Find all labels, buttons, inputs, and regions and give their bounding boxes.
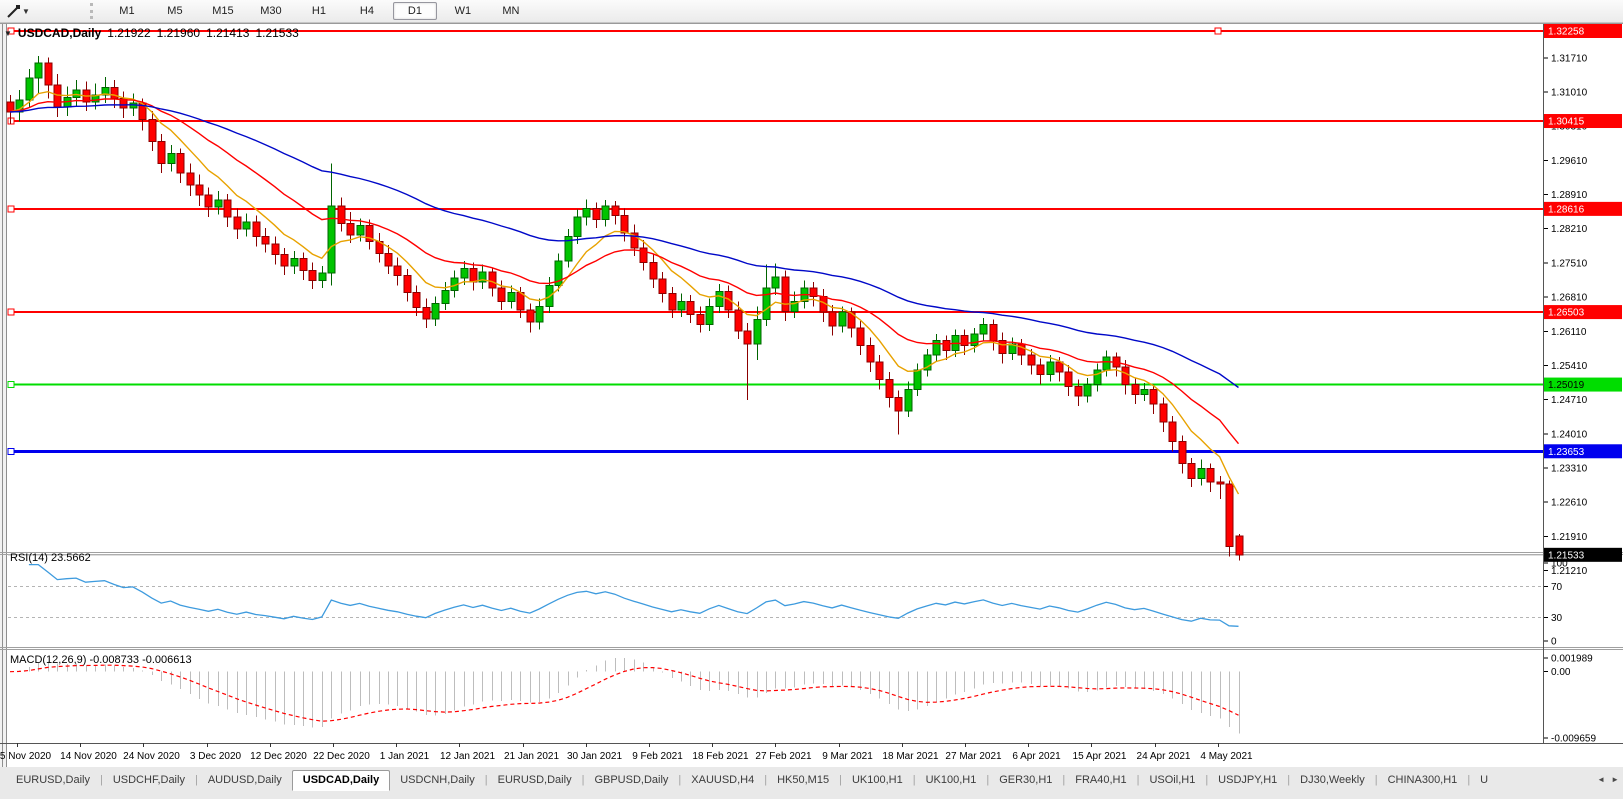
svg-text:18 Mar 2021: 18 Mar 2021 (882, 751, 939, 762)
tab-scroll-arrows: ◄► (1597, 769, 1619, 784)
svg-text:6 Apr 2021: 6 Apr 2021 (1012, 751, 1061, 762)
chart-tab-uk100-h1[interactable]: UK100,H1 (916, 771, 987, 790)
svg-text:1.26810: 1.26810 (1551, 293, 1588, 304)
svg-text:9 Mar 2021: 9 Mar 2021 (822, 751, 873, 762)
svg-text:24 Nov 2020: 24 Nov 2020 (123, 751, 180, 762)
svg-text:1.25410: 1.25410 (1551, 361, 1588, 372)
trendline-tool-icon[interactable] (4, 3, 22, 19)
timeframe-button-m15[interactable]: M15 (201, 2, 245, 20)
symbol-period-label: USDCAD,Daily (18, 26, 101, 40)
chart-tab-usdcnh-daily[interactable]: USDCNH,Daily (390, 771, 485, 790)
svg-text:1.25019: 1.25019 (1548, 380, 1585, 391)
chart-tab-usoil-h1[interactable]: USOil,H1 (1139, 771, 1205, 790)
svg-text:1 Jan 2021: 1 Jan 2021 (380, 751, 430, 762)
svg-text:0.001989: 0.001989 (1551, 654, 1593, 665)
svg-text:27 Mar 2021: 27 Mar 2021 (945, 751, 1002, 762)
svg-text:22 Dec 2020: 22 Dec 2020 (313, 751, 370, 762)
svg-text:18 Feb 2021: 18 Feb 2021 (692, 751, 749, 762)
svg-text:1.22610: 1.22610 (1551, 498, 1588, 509)
timeframe-button-m30[interactable]: M30 (249, 2, 293, 20)
chart-tab-ger30-h1[interactable]: GER30,H1 (989, 771, 1062, 790)
timeframe-button-m1[interactable]: M1 (105, 2, 149, 20)
timeframe-button-d1[interactable]: D1 (393, 2, 437, 20)
svg-text:5 Nov 2020: 5 Nov 2020 (0, 751, 52, 762)
symbol-menu-caret-icon[interactable]: ▼ (4, 29, 12, 38)
svg-text:3 Dec 2020: 3 Dec 2020 (190, 751, 242, 762)
timeframe-button-w1[interactable]: W1 (441, 2, 485, 20)
svg-text:1.24010: 1.24010 (1551, 429, 1588, 440)
svg-text:12 Dec 2020: 12 Dec 2020 (250, 751, 307, 762)
chart-tab-usdchf-daily[interactable]: USDCHF,Daily (103, 771, 195, 790)
svg-text:1.23653: 1.23653 (1548, 447, 1585, 458)
svg-text:1.26503: 1.26503 (1548, 308, 1585, 319)
mt4-terminal: { "toolbar": { "timeframes": ["M1","M5",… (0, 0, 1623, 799)
svg-text:1.31710: 1.31710 (1551, 53, 1588, 64)
dropdown-caret-icon[interactable]: ▼ (22, 7, 30, 16)
svg-text:14 Nov 2020: 14 Nov 2020 (60, 751, 117, 762)
svg-text:1.31010: 1.31010 (1551, 87, 1588, 98)
chart-tab-xauusd-h4[interactable]: XAUUSD,H4 (681, 771, 764, 790)
svg-text:1.30415: 1.30415 (1548, 117, 1585, 128)
timeframe-toolbar: M1M5M15M30H1H4D1W1MN (103, 2, 535, 20)
toolbar-grip[interactable] (90, 3, 93, 19)
timeframe-button-h1[interactable]: H1 (297, 2, 341, 20)
svg-text:-0.009659: -0.009659 (1551, 734, 1596, 745)
chart-tab-bar: EURUSD,Daily|USDCHF,Daily|AUDUSD,DailyUS… (0, 766, 1623, 799)
svg-text:1.28210: 1.28210 (1551, 224, 1588, 235)
svg-text:15 Apr 2021: 15 Apr 2021 (1073, 751, 1127, 762)
chart-tab-usdcad-daily[interactable]: USDCAD,Daily (292, 770, 390, 791)
svg-text:0.00: 0.00 (1551, 667, 1571, 678)
svg-text:1.27510: 1.27510 (1551, 258, 1588, 269)
chart-window[interactable]: 1.317101.310101.303101.296101.289101.282… (0, 23, 1623, 766)
top-toolbar: ▼ M1M5M15M30H1H4D1W1MN (0, 0, 1623, 23)
svg-text:30 Jan 2021: 30 Jan 2021 (567, 751, 622, 762)
svg-text:9 Feb 2021: 9 Feb 2021 (632, 751, 683, 762)
svg-text:12 Jan 2021: 12 Jan 2021 (440, 751, 495, 762)
chart-canvas[interactable]: 1.317101.310101.303101.296101.289101.282… (0, 24, 1623, 767)
svg-text:0: 0 (1551, 637, 1557, 648)
chart-title: ▼ USDCAD,Daily 1.21922 1.21960 1.21413 1… (4, 26, 299, 40)
svg-text:21 Jan 2021: 21 Jan 2021 (504, 751, 559, 762)
left-gutter (0, 24, 7, 767)
svg-text:1.32258: 1.32258 (1548, 27, 1585, 38)
svg-text:24 Apr 2021: 24 Apr 2021 (1137, 751, 1191, 762)
chart-tab-u[interactable]: U (1470, 771, 1498, 790)
tab-scroll-left-icon[interactable]: ◄ (1597, 775, 1605, 784)
rsi-label: RSI(14) 23.5662 (10, 552, 91, 564)
chart-tab-eurusd-daily[interactable]: EURUSD,Daily (488, 771, 582, 790)
svg-text:4 May 2021: 4 May 2021 (1200, 751, 1253, 762)
macd-label: MACD(12,26,9) -0.008733 -0.006613 (10, 654, 192, 666)
timeframe-button-h4[interactable]: H4 (345, 2, 389, 20)
svg-text:1.21910: 1.21910 (1551, 532, 1588, 543)
chart-tab-hk50-m15[interactable]: HK50,M15 (767, 771, 839, 790)
svg-text:1.28910: 1.28910 (1551, 190, 1588, 201)
chart-tab-dj30-weekly[interactable]: DJ30,Weekly (1290, 771, 1375, 790)
chart-tab-uk100-h1[interactable]: UK100,H1 (842, 771, 913, 790)
svg-text:70: 70 (1551, 582, 1563, 593)
chart-tab-fra40-h1[interactable]: FRA40,H1 (1065, 771, 1136, 790)
svg-text:1.24710: 1.24710 (1551, 395, 1588, 406)
tab-scroll-right-icon[interactable]: ► (1611, 775, 1619, 784)
svg-text:30: 30 (1551, 613, 1563, 624)
svg-text:1.23310: 1.23310 (1551, 464, 1588, 475)
ohlc-high: 1.21960 (157, 26, 200, 40)
svg-text:100: 100 (1551, 559, 1568, 570)
ohlc-low: 1.21413 (206, 26, 249, 40)
svg-text:1.29610: 1.29610 (1551, 156, 1588, 167)
ohlc-close: 1.21533 (255, 26, 298, 40)
timeframe-button-m5[interactable]: M5 (153, 2, 197, 20)
svg-text:1.26110: 1.26110 (1551, 327, 1587, 338)
svg-text:27 Feb 2021: 27 Feb 2021 (755, 751, 812, 762)
timeframe-button-mn[interactable]: MN (489, 2, 533, 20)
svg-text:1.28616: 1.28616 (1548, 204, 1585, 215)
ohlc-open: 1.21922 (107, 26, 150, 40)
chart-tab-gbpusd-daily[interactable]: GBPUSD,Daily (584, 771, 678, 790)
chart-tab-eurusd-daily[interactable]: EURUSD,Daily (6, 771, 100, 790)
chart-tab-usdjpy-h1[interactable]: USDJPY,H1 (1208, 771, 1287, 790)
chart-tab-china300-h1[interactable]: CHINA300,H1 (1378, 771, 1468, 790)
chart-tab-audusd-daily[interactable]: AUDUSD,Daily (198, 771, 292, 790)
